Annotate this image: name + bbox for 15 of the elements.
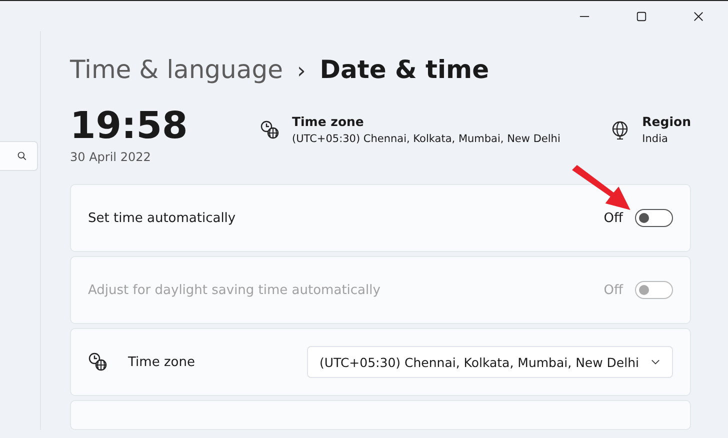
breadcrumb-separator: ›	[296, 59, 306, 84]
info-value: India	[642, 133, 669, 145]
setting-label: Time zone	[128, 354, 196, 370]
info-value: (UTC+05:30) Chennai, Kolkata, Mumbai, New Delhi	[292, 133, 560, 145]
info-title: Time zone	[292, 114, 365, 129]
setting-label: Set time automatically	[88, 210, 237, 226]
breadcrumb-parent[interactable]: Time & language	[70, 55, 283, 84]
timezone-dropdown[interactable]: (UTC+05:30) Chennai, Kolkata, Mumbai, New Delhi	[306, 346, 673, 378]
clock-date: 30 April 2022	[70, 150, 152, 164]
setting-label: Adjust for daylight saving time automatically	[88, 282, 382, 298]
clock-time: 19:58	[70, 106, 189, 146]
page-title: Date & time	[320, 55, 490, 84]
toggle-state: Off	[604, 282, 623, 298]
info-title: Region	[642, 114, 691, 129]
toggle-state: Off	[604, 210, 623, 226]
